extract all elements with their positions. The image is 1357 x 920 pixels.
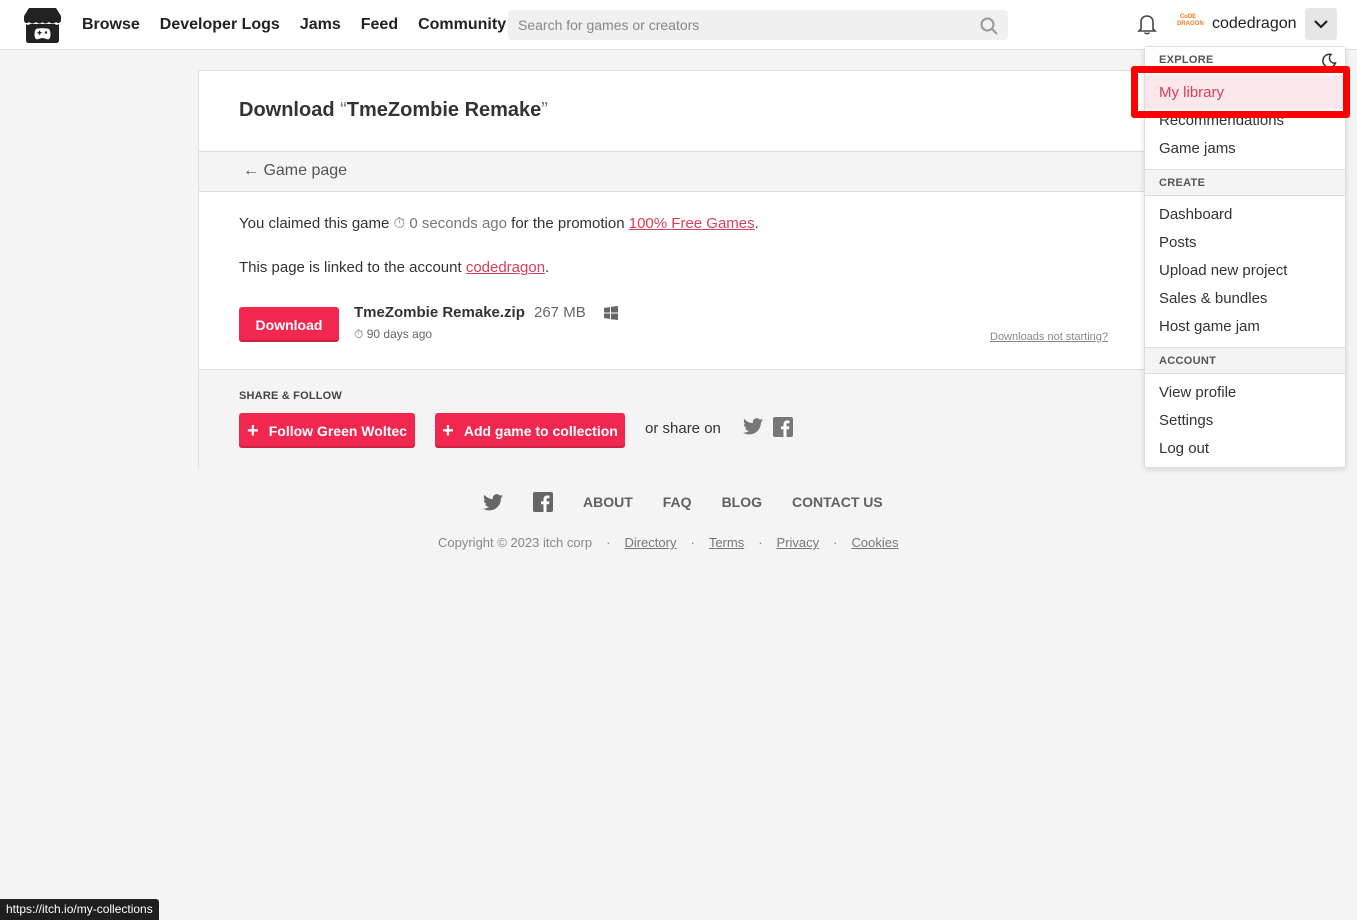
windows-icon (604, 306, 618, 325)
file-date: ⏱ 90 days ago (354, 327, 432, 342)
itch-logo[interactable] (23, 7, 62, 44)
page-title: Download “TmeZombie Remake” (239, 99, 548, 122)
copyright-line: Copyright © 2023 itch corp · Directory ·… (438, 535, 898, 550)
footer-twitter-icon[interactable] (483, 493, 503, 511)
menu-item-log-out[interactable]: Log out (1159, 440, 1209, 457)
user-menu-toggle[interactable] (1305, 8, 1337, 40)
plus-icon: + (247, 419, 259, 442)
share-twitter-icon[interactable] (743, 418, 763, 440)
back-link-label: Game page (263, 162, 348, 179)
search-box (508, 10, 1008, 40)
downloads-not-starting-link[interactable]: Downloads not starting? (990, 331, 1108, 343)
add-to-collection-button[interactable]: + Add game to collection (435, 413, 625, 448)
separator: · (690, 535, 695, 550)
account-section-header: ACCOUNT (1145, 347, 1345, 374)
share-follow-section: SHARE & FOLLOW + Follow Green Woltec + A… (199, 369, 1157, 468)
nav-jams[interactable]: Jams (300, 16, 341, 34)
menu-item-settings[interactable]: Settings (1159, 412, 1213, 429)
copyright-text: Copyright © 2023 itch corp (438, 535, 593, 550)
share-facebook-icon[interactable] (773, 417, 793, 442)
title-close-quote: ” (541, 99, 548, 121)
menu-item-posts[interactable]: Posts (1159, 234, 1197, 251)
promotion-link[interactable]: 100% Free Games (629, 215, 755, 232)
privacy-link[interactable]: Privacy (777, 535, 820, 550)
search-input[interactable] (508, 10, 1008, 40)
username[interactable]: codedragon (1212, 15, 1297, 33)
title-open-quote: “ (340, 99, 347, 121)
account-prefix: This page is linked to the account (239, 259, 462, 276)
footer-faq-link[interactable]: FAQ (663, 494, 692, 510)
menu-item-dashboard[interactable]: Dashboard (1159, 206, 1232, 223)
chevron-down-icon (1314, 20, 1328, 29)
avatar[interactable]: CoDE DRAGON (1177, 14, 1204, 34)
account-info: This page is linked to the account coded… (239, 259, 549, 276)
explore-label: EXPLORE (1159, 54, 1214, 66)
game-title: TmeZombie Remake (346, 99, 542, 121)
download-button[interactable]: Download (239, 307, 339, 342)
account-suffix: . (545, 259, 550, 276)
footer-about-link[interactable]: ABOUT (583, 494, 633, 510)
stopwatch-icon: ⏱ (354, 327, 364, 341)
share-follow-label: SHARE & FOLLOW (239, 390, 343, 402)
stopwatch-icon: ⏱ (393, 215, 406, 232)
claim-prefix: You claimed this game (239, 215, 390, 232)
notifications-bell-icon[interactable] (1137, 13, 1157, 40)
separator: · (606, 535, 611, 550)
file-age: 90 days ago (366, 327, 433, 341)
menu-item-sales-bundles[interactable]: Sales & bundles (1159, 290, 1267, 307)
menu-item-host-game-jam[interactable]: Host game jam (1159, 318, 1260, 335)
breadcrumb: ← Game page (199, 151, 1157, 192)
nav-community[interactable]: Community (418, 16, 506, 34)
claim-info: You claimed this game ⏱ 0 seconds ago fo… (239, 215, 759, 232)
account-link[interactable]: codedragon (466, 259, 545, 276)
download-card: Download “TmeZombie Remake” ← Game page … (198, 70, 1158, 468)
claim-suffix: . (754, 215, 759, 232)
directory-link[interactable]: Directory (624, 535, 676, 550)
link-preview-statusbar: https://itch.io/my-collections (0, 899, 159, 920)
title-prefix: Download (239, 99, 335, 121)
footer-facebook-icon[interactable] (533, 492, 553, 512)
site-header: Browse Developer Logs Jams Feed Communit… (0, 0, 1357, 50)
create-section-header: CREATE (1145, 169, 1345, 196)
plus-icon: + (442, 419, 454, 442)
footer-contact-link[interactable]: CONTACT US (792, 494, 883, 510)
claim-middle: for the promotion (511, 215, 625, 232)
nav-developer-logs[interactable]: Developer Logs (160, 16, 280, 34)
menu-item-game-jams[interactable]: Game jams (1159, 140, 1236, 157)
footer-links: ABOUT FAQ BLOG CONTACT US (483, 492, 913, 512)
itch-logo-icon (24, 8, 61, 43)
separator: · (833, 535, 838, 550)
menu-item-view-profile[interactable]: View profile (1159, 384, 1236, 401)
add-to-collection-label: Add game to collection (463, 422, 618, 439)
arrow-left-icon: ← (243, 162, 259, 179)
search-icon[interactable] (980, 17, 998, 40)
back-to-game-page-link[interactable]: ← Game page (243, 162, 347, 180)
footer-blog-link[interactable]: BLOG (722, 494, 762, 510)
file-size: 267 MB (534, 304, 586, 321)
highlight-annotation-box (1131, 66, 1350, 118)
nav-feed[interactable]: Feed (361, 16, 398, 34)
terms-link[interactable]: Terms (709, 535, 744, 550)
follow-button[interactable]: + Follow Green Woltec (239, 413, 415, 448)
claim-time: 0 seconds ago (409, 215, 507, 232)
cookies-link[interactable]: Cookies (852, 535, 899, 550)
separator: · (758, 535, 763, 550)
share-on-label: or share on (645, 420, 721, 437)
file-name: TmeZombie Remake.zip (354, 304, 525, 321)
main-nav: Browse Developer Logs Jams Feed Communit… (82, 0, 526, 50)
nav-browse[interactable]: Browse (82, 16, 140, 34)
follow-button-label: Follow Green Woltec (268, 422, 407, 439)
menu-item-upload-new-project[interactable]: Upload new project (1159, 262, 1287, 279)
